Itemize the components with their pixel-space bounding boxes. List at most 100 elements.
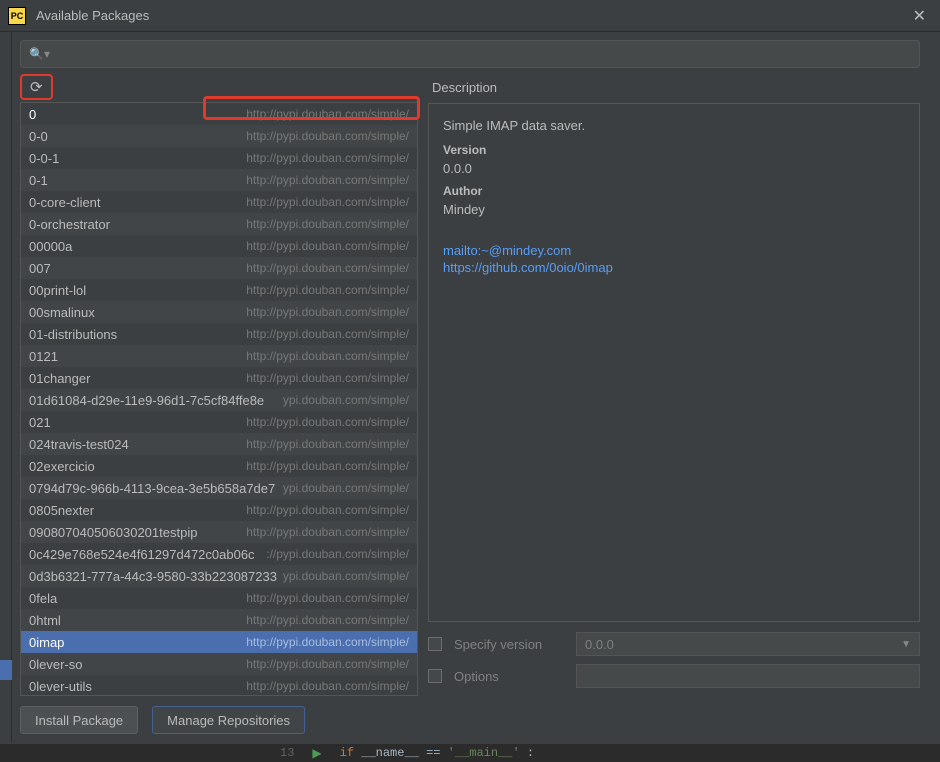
package-name: 0-core-client xyxy=(29,195,246,210)
package-repo: http://pypi.douban.com/simple/ xyxy=(246,327,409,341)
package-repo: http://pypi.douban.com/simple/ xyxy=(246,305,409,319)
package-row[interactable]: 0-orchestratorhttp://pypi.douban.com/sim… xyxy=(21,213,417,235)
package-row[interactable]: 021http://pypi.douban.com/simple/ xyxy=(21,411,417,433)
specify-version-value: 0.0.0 xyxy=(585,637,614,652)
package-name: 0-1 xyxy=(29,173,246,188)
package-repo: ://pypi.douban.com/simple/ xyxy=(266,547,409,561)
chevron-down-icon: ▼ xyxy=(901,639,911,650)
op-eq: == xyxy=(426,746,440,760)
package-repo: http://pypi.douban.com/simple/ xyxy=(246,129,409,143)
manage-repositories-button[interactable]: Manage Repositories xyxy=(152,706,305,734)
package-repo: ypi.douban.com/simple/ xyxy=(283,481,409,495)
package-name: 0lever-utils xyxy=(29,679,246,694)
package-row[interactable]: 0c429e768e524e4f61297d472c0ab06c://pypi.… xyxy=(21,543,417,565)
str-main: '__main__' xyxy=(448,746,520,760)
specify-version-checkbox[interactable] xyxy=(428,637,442,651)
package-name: 0-0 xyxy=(29,129,246,144)
package-row[interactable]: 007http://pypi.douban.com/simple/ xyxy=(21,257,417,279)
package-repo: http://pypi.douban.com/simple/ xyxy=(246,679,409,693)
refresh-icon[interactable]: ⟳ xyxy=(30,78,43,96)
package-row[interactable]: 0htmlhttp://pypi.douban.com/simple/ xyxy=(21,609,417,631)
specify-version-label: Specify version xyxy=(454,637,564,652)
package-row[interactable]: 0121http://pypi.douban.com/simple/ xyxy=(21,345,417,367)
package-repo: http://pypi.douban.com/simple/ xyxy=(246,349,409,363)
package-repo: http://pypi.douban.com/simple/ xyxy=(246,239,409,253)
window-title: Available Packages xyxy=(36,8,907,23)
package-row[interactable]: 00000ahttp://pypi.douban.com/simple/ xyxy=(21,235,417,257)
package-row[interactable]: 0lever-sohttp://pypi.douban.com/simple/ xyxy=(21,653,417,675)
package-name: 0121 xyxy=(29,349,246,364)
search-input[interactable]: 🔍▾ xyxy=(20,40,920,68)
package-name: 02exercicio xyxy=(29,459,246,474)
package-row[interactable]: 01changerhttp://pypi.douban.com/simple/ xyxy=(21,367,417,389)
package-name: 0d3b6321-777a-44c3-9580-33b223087233 xyxy=(29,569,283,584)
package-row[interactable]: 0lever-utilshttp://pypi.douban.com/simpl… xyxy=(21,675,417,696)
specify-version-dropdown[interactable]: 0.0.0 ▼ xyxy=(576,632,920,656)
author-value: Mindey xyxy=(443,202,905,217)
package-row[interactable]: 0-1http://pypi.douban.com/simple/ xyxy=(21,169,417,191)
package-repo: http://pypi.douban.com/simple/ xyxy=(246,503,409,517)
package-repo: http://pypi.douban.com/simple/ xyxy=(246,459,409,473)
package-name: 007 xyxy=(29,261,246,276)
version-value: 0.0.0 xyxy=(443,161,905,176)
package-repo: http://pypi.douban.com/simple/ xyxy=(246,525,409,539)
author-label: Author xyxy=(443,184,905,198)
options-checkbox[interactable] xyxy=(428,669,442,683)
package-name: 021 xyxy=(29,415,246,430)
package-name: 0html xyxy=(29,613,246,628)
package-repo: http://pypi.douban.com/simple/ xyxy=(246,151,409,165)
package-row[interactable]: 0-core-clienthttp://pypi.douban.com/simp… xyxy=(21,191,417,213)
package-row[interactable]: 0-0http://pypi.douban.com/simple/ xyxy=(21,125,417,147)
package-name: 0-orchestrator xyxy=(29,217,246,232)
package-row[interactable]: 01d61084-d29e-11e9-96d1-7c5cf84ffe8eypi.… xyxy=(21,389,417,411)
package-row[interactable]: 02exerciciohttp://pypi.douban.com/simple… xyxy=(21,455,417,477)
package-row[interactable]: 0-0-1http://pypi.douban.com/simple/ xyxy=(21,147,417,169)
package-repo: http://pypi.douban.com/simple/ xyxy=(246,261,409,275)
package-row[interactable]: 00print-lolhttp://pypi.douban.com/simple… xyxy=(21,279,417,301)
package-list[interactable]: 0http://pypi.douban.com/simple/0-0http:/… xyxy=(20,102,418,696)
package-name: 00000a xyxy=(29,239,246,254)
package-name: 0fela xyxy=(29,591,246,606)
package-name: 0-0-1 xyxy=(29,151,246,166)
ident-name: __name__ xyxy=(361,746,419,760)
refresh-highlight: ⟳ xyxy=(20,74,53,100)
package-name: 0794d79c-966b-4113-9cea-3e5b658a7de7 xyxy=(29,481,283,496)
package-name: 01d61084-d29e-11e9-96d1-7c5cf84ffe8e xyxy=(29,393,283,408)
package-name: 0c429e768e524e4f61297d472c0ab06c xyxy=(29,547,266,562)
description-summary: Simple IMAP data saver. xyxy=(443,118,905,133)
package-name: 0lever-so xyxy=(29,657,246,672)
package-repo: http://pypi.douban.com/simple/ xyxy=(246,613,409,627)
close-icon[interactable]: ✕ xyxy=(907,6,932,26)
package-row[interactable]: 00smalinuxhttp://pypi.douban.com/simple/ xyxy=(21,301,417,323)
package-row[interactable]: 01-distributionshttp://pypi.douban.com/s… xyxy=(21,323,417,345)
package-repo: http://pypi.douban.com/simple/ xyxy=(246,657,409,671)
search-icon: 🔍▾ xyxy=(29,47,50,61)
package-row[interactable]: 0felahttp://pypi.douban.com/simple/ xyxy=(21,587,417,609)
package-row[interactable]: 0imaphttp://pypi.douban.com/simple/ xyxy=(21,631,417,653)
package-row[interactable]: 024travis-test024http://pypi.douban.com/… xyxy=(21,433,417,455)
package-name: 00print-lol xyxy=(29,283,246,298)
package-name: 0imap xyxy=(29,635,246,650)
package-repo: http://pypi.douban.com/simple/ xyxy=(246,437,409,451)
package-repo: http://pypi.douban.com/simple/ xyxy=(246,173,409,187)
options-input[interactable] xyxy=(576,664,920,688)
github-link[interactable]: https://github.com/0oio/0imap xyxy=(443,260,905,277)
package-row[interactable]: 0http://pypi.douban.com/simple/ xyxy=(21,103,417,125)
install-package-button[interactable]: Install Package xyxy=(20,706,138,734)
package-row[interactable]: 0d3b6321-777a-44c3-9580-33b223087233ypi.… xyxy=(21,565,417,587)
package-repo: http://pypi.douban.com/simple/ xyxy=(246,591,409,605)
package-row[interactable]: 0805nexterhttp://pypi.douban.com/simple/ xyxy=(21,499,417,521)
titlebar: PC Available Packages ✕ xyxy=(0,0,940,32)
package-row[interactable]: 090807040506030201testpiphttp://pypi.dou… xyxy=(21,521,417,543)
package-name: 0 xyxy=(29,107,246,122)
package-name: 01changer xyxy=(29,371,246,386)
run-gutter-icon[interactable]: ▶ xyxy=(312,746,321,761)
line-number: 13 xyxy=(280,746,294,760)
package-name: 024travis-test024 xyxy=(29,437,246,452)
package-repo: ypi.douban.com/simple/ xyxy=(283,569,409,583)
package-row[interactable]: 0794d79c-966b-4113-9cea-3e5b658a7de7ypi.… xyxy=(21,477,417,499)
mailto-link[interactable]: mailto:~@mindey.com xyxy=(443,243,905,260)
colon: : xyxy=(527,746,534,760)
package-name: 090807040506030201testpip xyxy=(29,525,246,540)
package-repo: http://pypi.douban.com/simple/ xyxy=(246,635,409,649)
